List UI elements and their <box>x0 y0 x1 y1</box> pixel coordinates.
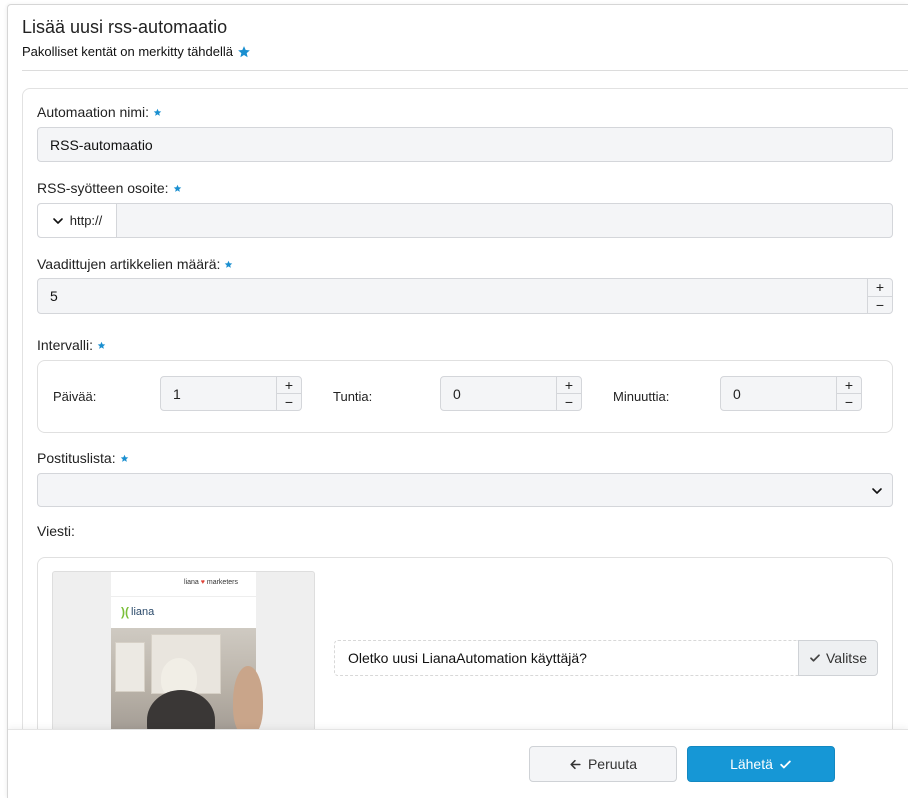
name-label-text: Automaation nimi: <box>37 104 150 120</box>
rss-url-group: http:// <box>37 203 893 238</box>
heart-icon: ♥ <box>200 579 205 586</box>
required-note-text: Pakolliset kentät on merkitty tähdellä <box>22 44 233 59</box>
rss-url-input[interactable] <box>117 204 892 237</box>
minutes-label: Minuuttia: <box>613 389 670 404</box>
photo-person-right <box>233 666 263 736</box>
required-star-icon <box>153 108 162 116</box>
selected-message-text: Oletko uusi LianaAutomation käyttäjä? <box>348 650 587 666</box>
days-value: 1 <box>173 385 181 402</box>
header-divider <box>22 70 908 71</box>
selected-message-field: Oletko uusi LianaAutomation käyttäjä? <box>334 640 798 676</box>
hours-value: 0 <box>453 385 461 402</box>
hours-input[interactable]: 0 + − <box>440 376 582 411</box>
minutes-value: 0 <box>733 385 741 402</box>
decrement-button[interactable]: − <box>277 393 301 410</box>
name-input[interactable]: RSS-automaatio <box>37 127 893 162</box>
required-star-icon <box>173 184 181 192</box>
preview-header-text: liana <box>184 579 199 586</box>
name-label: Automaation nimi: <box>37 104 162 120</box>
interval-box: Päivää: 1 + − Tuntia: 0 + − Minuuttia: 0… <box>37 360 893 433</box>
hours-stepper: + − <box>556 377 581 410</box>
required-note: Pakolliset kentät on merkitty tähdellä <box>22 44 251 59</box>
increment-button[interactable]: + <box>837 377 861 393</box>
submit-button[interactable]: Lähetä <box>687 746 835 782</box>
preview-header: liana ♥ marketers <box>111 572 256 596</box>
dialog-title: Lisää uusi rss-automaatio <box>22 17 228 37</box>
name-input-value: RSS-automaatio <box>50 136 153 153</box>
increment-button[interactable]: + <box>868 279 892 296</box>
days-input[interactable]: 1 + − <box>160 376 302 411</box>
star-icon <box>238 45 250 57</box>
required-star-icon <box>97 341 106 349</box>
arrow-left-icon <box>570 759 581 769</box>
message-card: liana ♥ marketers )( liana Oletko uusi L… <box>37 557 893 757</box>
mailing-list-label: Postituslista: <box>37 450 129 466</box>
liana-logo-icon: )( <box>121 604 129 619</box>
minutes-input[interactable]: 0 + − <box>720 376 862 411</box>
preview-logo: )( liana <box>111 596 256 626</box>
chevron-down-icon <box>872 488 882 494</box>
hours-label: Tuntia: <box>333 389 373 404</box>
article-count-stepper: + − <box>867 279 892 313</box>
increment-button[interactable]: + <box>557 377 581 393</box>
mailing-list-select[interactable] <box>37 473 893 507</box>
interval-label: Intervalli: <box>37 337 106 353</box>
dialog-footer: Peruuta Lähetä <box>8 729 908 798</box>
cancel-button-label: Peruuta <box>587 756 638 772</box>
rss-url-label: RSS-syötteen osoite: <box>37 180 182 196</box>
days-stepper: + − <box>276 377 301 410</box>
decrement-button[interactable]: − <box>837 393 861 410</box>
required-star-icon <box>225 260 233 268</box>
increment-button[interactable]: + <box>277 377 301 393</box>
protocol-value: http:// <box>69 213 103 228</box>
article-count-label: Vaadittujen artikkelien määrä: <box>37 256 233 272</box>
chevron-down-icon <box>52 217 63 224</box>
mailing-list-label-text: Postituslista: <box>37 450 116 466</box>
photo-shelf <box>115 642 145 692</box>
days-label: Päivää: <box>53 389 97 404</box>
check-icon <box>780 760 791 768</box>
protocol-dropdown[interactable]: http:// <box>38 204 117 237</box>
message-choose-row: Oletko uusi LianaAutomation käyttäjä? Va… <box>334 640 878 676</box>
required-star-icon <box>120 454 128 462</box>
rss-url-label-text: RSS-syötteen osoite: <box>37 180 169 196</box>
cancel-button[interactable]: Peruuta <box>529 746 677 782</box>
check-icon <box>810 654 820 662</box>
choose-message-button[interactable]: Valitse <box>798 640 878 676</box>
decrement-button[interactable]: − <box>557 393 581 410</box>
dialog-header: Lisää uusi rss-automaatio Pakolliset ken… <box>22 17 251 59</box>
choose-message-label: Valitse <box>826 650 867 666</box>
dialog: Lisää uusi rss-automaatio Pakolliset ken… <box>7 4 908 798</box>
preview-logo-text: liana <box>131 605 155 618</box>
decrement-button[interactable]: − <box>868 295 892 314</box>
interval-label-text: Intervalli: <box>37 337 94 353</box>
article-count-input[interactable]: 5 + − <box>37 278 893 314</box>
minutes-stepper: + − <box>836 377 861 410</box>
message-label: Viesti: <box>37 523 75 539</box>
message-label-text: Viesti: <box>37 523 75 539</box>
preview-header-suffix: marketers <box>206 579 238 586</box>
article-count-value: 5 <box>50 288 58 304</box>
article-count-label-text: Vaadittujen artikkelien määrä: <box>37 256 221 272</box>
submit-button-label: Lähetä <box>730 756 773 772</box>
